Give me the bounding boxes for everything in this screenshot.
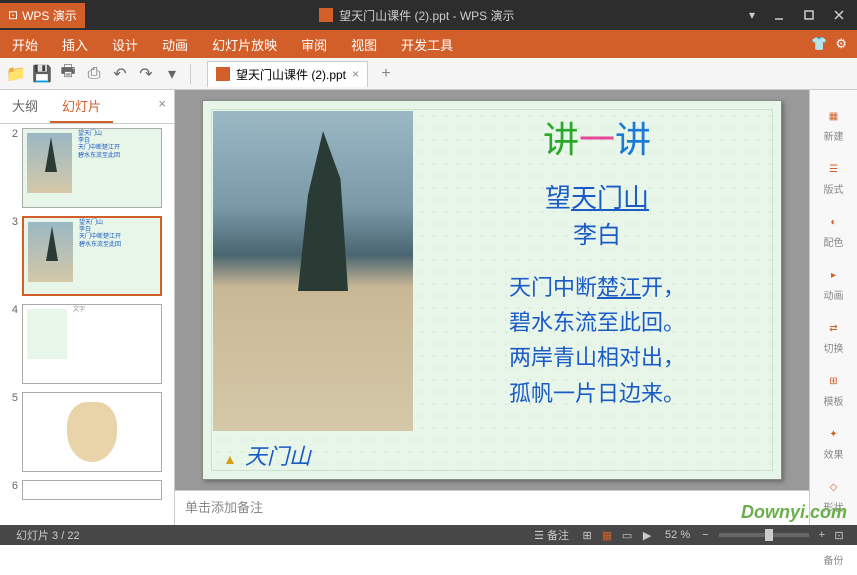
slide-thumbnails[interactable]: 2望天门山李白天门中断楚江开碧水东流至此回 3望天门山李白天门中断楚江开碧水东流…	[0, 124, 174, 525]
normal-view-button[interactable]: ⊞	[577, 526, 597, 544]
effect-icon: ✦	[824, 424, 844, 444]
redo-button[interactable]: ↷	[134, 62, 158, 86]
slide-thumb-6[interactable]	[22, 480, 162, 500]
print-button[interactable]: 🖶	[56, 62, 80, 86]
taskpane-effect[interactable]: ✦效果	[810, 416, 857, 469]
zoom-level[interactable]: 52 %	[657, 529, 698, 541]
titlebar: ⊡ WPS 演示 望天门山课件 (2).ppt - WPS 演示 ▾	[0, 0, 857, 30]
toolbar-dropdown[interactable]: ▾	[160, 62, 184, 86]
menu-slideshow[interactable]: 幻灯片放映	[200, 30, 289, 58]
zoom-slider-thumb[interactable]	[765, 529, 773, 541]
slideshow-view-button[interactable]: ▶	[637, 526, 657, 544]
poem-author[interactable]: 李白	[433, 215, 761, 250]
taskpane-animation[interactable]: ▸动画	[810, 257, 857, 310]
ppt-file-icon	[319, 8, 333, 22]
palette-icon: ◐	[824, 212, 844, 232]
taskpane-color[interactable]: ◐配色	[810, 204, 857, 257]
slide-image[interactable]	[213, 111, 413, 431]
menu-start[interactable]: 开始	[0, 30, 50, 58]
close-button[interactable]	[825, 3, 853, 27]
shape-icon: ◇	[824, 477, 844, 497]
menubar: 开始 插入 设计 动画 幻灯片放映 审阅 视图 开发工具 👕 ⚙	[0, 30, 857, 58]
notes-pane[interactable]: 单击添加备注	[175, 490, 809, 525]
sorter-view-button[interactable]: ▦	[597, 526, 617, 544]
menu-design[interactable]: 设计	[100, 30, 150, 58]
taskpane-template[interactable]: ⊞模板	[810, 363, 857, 416]
zoom-in-button[interactable]: +	[815, 529, 829, 541]
menu-devtools[interactable]: 开发工具	[389, 30, 465, 58]
slide-thumb-5[interactable]	[22, 392, 162, 472]
slide-counter: 幻灯片 3 / 22	[8, 527, 88, 543]
notes-toggle[interactable]: ☰ 备注	[526, 527, 577, 543]
slide-canvas[interactable]: 讲一讲 望天门山 李白 天门中断楚江开， 碧水东流至此回。 两岸青山相对出， 孤…	[175, 90, 809, 490]
fit-window-button[interactable]: ⊡	[829, 526, 849, 544]
app-name: WPS 演示	[22, 7, 77, 24]
slides-panel: 大纲 幻灯片 × 2望天门山李白天门中断楚江开碧水东流至此回 3望天门山李白天门…	[0, 90, 175, 525]
poem-line-1[interactable]: 天门中断楚江开，	[433, 270, 761, 305]
add-tab-button[interactable]: +	[374, 62, 398, 86]
poem-title[interactable]: 望天门山	[433, 178, 761, 215]
document-title: 望天门山课件 (2).ppt - WPS 演示	[85, 7, 749, 24]
titlebar-dropdown-icon[interactable]: ▾	[749, 8, 755, 22]
toolbar: 📁 💾 🖶 ⎙ ↶ ↷ ▾ 望天门山课件 (2).ppt × +	[0, 58, 857, 90]
print-preview-button[interactable]: ⎙	[82, 62, 106, 86]
document-tab[interactable]: 望天门山课件 (2).ppt ×	[207, 61, 368, 87]
current-slide[interactable]: 讲一讲 望天门山 李白 天门中断楚江开， 碧水东流至此回。 两岸青山相对出， 孤…	[202, 100, 782, 480]
wps-logo-icon: ⊡	[8, 8, 18, 22]
app-logo: ⊡ WPS 演示	[0, 3, 85, 28]
document-tab-label: 望天门山课件 (2).ppt	[236, 66, 346, 83]
menu-insert[interactable]: 插入	[50, 30, 100, 58]
settings-gear-icon[interactable]: ⚙	[835, 36, 847, 52]
animation-icon: ▸	[824, 265, 844, 285]
slide-editor: 讲一讲 望天门山 李白 天门中断楚江开， 碧水东流至此回。 两岸青山相对出， 孤…	[175, 90, 809, 525]
taskpane-new[interactable]: ▦新建	[810, 98, 857, 151]
transition-icon: ⇄	[824, 318, 844, 338]
zoom-slider[interactable]	[719, 533, 809, 537]
tab-close-icon[interactable]: ×	[352, 67, 359, 81]
slide-text-area[interactable]: 讲一讲 望天门山 李白 天门中断楚江开， 碧水东流至此回。 两岸青山相对出， 孤…	[413, 101, 781, 479]
ppt-file-icon	[216, 67, 230, 81]
slide-thumb-3[interactable]: 望天门山李白天门中断楚江开碧水东流至此回	[22, 216, 162, 296]
undo-button[interactable]: ↶	[108, 62, 132, 86]
open-folder-button[interactable]: 📁	[4, 62, 28, 86]
taskpane-layout[interactable]: ☰版式	[810, 151, 857, 204]
slides-tab[interactable]: 幻灯片	[50, 90, 113, 123]
taskpane-shape[interactable]: ◇形状	[810, 469, 857, 522]
menu-animation[interactable]: 动画	[150, 30, 200, 58]
maximize-button[interactable]	[795, 3, 823, 27]
poem-line-3[interactable]: 两岸青山相对出，	[433, 340, 761, 375]
zoom-out-button[interactable]: −	[698, 529, 712, 541]
layout-icon: ☰	[824, 159, 844, 179]
taskpane-transition[interactable]: ⇄切换	[810, 310, 857, 363]
statusbar: 幻灯片 3 / 22 ☰ 备注 ⊞ ▦ ▭ ▶ 52 % − + ⊡	[0, 525, 857, 545]
poem-line-2[interactable]: 碧水东流至此回。	[433, 305, 761, 340]
slide-thumb-2[interactable]: 望天门山李白天门中断楚江开碧水东流至此回	[22, 128, 162, 208]
shirt-icon[interactable]: 👕	[811, 36, 827, 52]
poem-line-4[interactable]: 孤帆一片日边来。	[433, 376, 761, 411]
task-pane: ▦新建 ☰版式 ◐配色 ▸动画 ⇄切换 ⊞模板 ✦效果 ◇形状 ⟲备份	[809, 90, 857, 525]
menu-review[interactable]: 审阅	[289, 30, 339, 58]
slide-thumb-4[interactable]: 文字	[22, 304, 162, 384]
menu-view[interactable]: 视图	[339, 30, 389, 58]
new-slide-icon: ▦	[824, 106, 844, 126]
minimize-button[interactable]	[765, 3, 793, 27]
reading-view-button[interactable]: ▭	[617, 526, 637, 544]
slide-title[interactable]: 讲一讲	[433, 111, 761, 163]
outline-tab[interactable]: 大纲	[0, 90, 50, 123]
slide-caption[interactable]: 天门山	[223, 439, 311, 471]
save-button[interactable]: 💾	[30, 62, 54, 86]
close-panel-icon[interactable]: ×	[150, 90, 174, 123]
template-icon: ⊞	[824, 371, 844, 391]
